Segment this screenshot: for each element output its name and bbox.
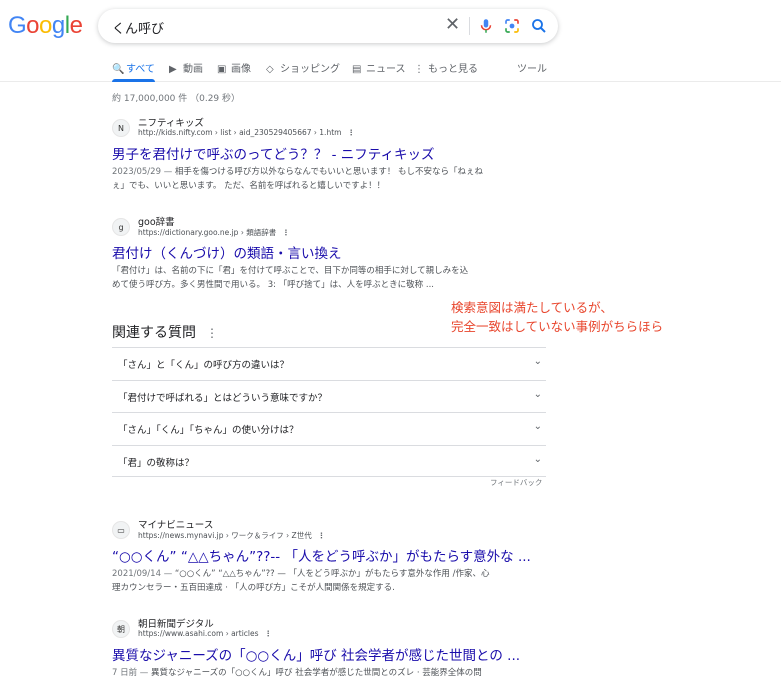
search-icon: 🔍 [112, 64, 125, 75]
chevron-down-icon: ⌄ [533, 421, 542, 432]
chevron-down-icon: ⌄ [533, 388, 542, 400]
tag-icon: ◇ [266, 64, 274, 75]
search-tabs: 🔍 すべて ▶ 動画 ▣ 画像 ◇ ショッピング ▤ ニュース ⋮ もっと見る ツール [0, 56, 781, 82]
result-snippet: 「君付け」は、名前の下に「君」を付けて呼ぶことで、目下か同等の相手に対して親しみ… [112, 266, 469, 290]
site-name[interactable]: ニフティキッズ [138, 115, 204, 129]
result-title-link[interactable]: 男子を君付けで呼ぶのってどう？？ - ニフティキッズ [112, 143, 434, 163]
video-icon: ▶ [169, 64, 177, 75]
image-icon: ▣ [217, 64, 227, 75]
search-result: 朝 朝日新聞デジタル https://www.asahi.com › artic… [112, 616, 552, 680]
google-logo[interactable]: Google [8, 12, 83, 40]
search-result: g goo辞書 https://dictionary.goo.ne.jp › 類… [112, 214, 552, 294]
related-question[interactable]: 「さん」と「くん」の呼び方の違いは？ ⌄ [112, 347, 546, 380]
related-questions: 「さん」と「くん」の呼び方の違いは？ ⌄ 「君付けで呼ばれる」とはどういう意味です… [112, 347, 546, 477]
search-box[interactable]: くん呼び ✕ [98, 9, 558, 43]
result-snippet: 2023/05/29 — 相手を傷つける呼び方以外ならなんでもいいと思います！ … [112, 167, 484, 191]
site-favicon[interactable]: N [112, 119, 130, 137]
result-title-link[interactable]: “○○くん” “△△ちゃん”??-- 「人をどう呼ぶか」がもたらす意外な ... [112, 545, 531, 565]
lens-icon[interactable] [503, 17, 521, 35]
clear-icon[interactable]: ✕ [445, 14, 460, 35]
site-favicon[interactable]: 朝 [112, 620, 130, 638]
site-name[interactable]: マイナビニュース [138, 517, 213, 531]
more-options-icon[interactable]: ⋮ [282, 228, 290, 237]
tab-shopping[interactable]: ◇ ショッピング [266, 60, 340, 75]
more-options-icon[interactable]: ⋮ [265, 629, 273, 638]
chevron-down-icon: ⌄ [533, 453, 542, 465]
tab-more[interactable]: ⋮ もっと見る [414, 60, 478, 75]
tab-news[interactable]: ▤ ニュース [352, 60, 406, 75]
site-favicon[interactable]: ▭ [112, 521, 130, 539]
result-title-link[interactable]: 君付け（くんづけ）の類語・言い換え [112, 242, 342, 262]
more-options-icon[interactable]: ⋮ [318, 531, 326, 540]
more-options-icon[interactable]: ⋮ [347, 128, 355, 137]
result-url[interactable]: https://www.asahi.com › articles ⋮ [138, 629, 272, 638]
more-options-icon[interactable]: ⋮ [206, 326, 218, 340]
header: Google くん呼び ✕ [0, 0, 781, 56]
chevron-down-icon: ⌄ [533, 356, 542, 367]
site-favicon[interactable]: g [112, 218, 130, 236]
result-url[interactable]: https://dictionary.goo.ne.jp › 類語辞書 ⋮ [138, 227, 290, 238]
search-result: ▭ マイナビニュース https://news.mynavi.jp › ワーク＆… [112, 517, 552, 597]
news-icon: ▤ [352, 64, 362, 75]
result-url[interactable]: https://news.mynavi.jp › ワーク＆ライフ › Z世代 ⋮ [138, 530, 325, 541]
related-questions-heading: 関連する質問 ⋮ [112, 325, 218, 341]
related-question[interactable]: 「君」の敬称は？ ⌄ [112, 444, 546, 477]
site-name[interactable]: 朝日新聞デジタル [138, 616, 214, 630]
tab-videos[interactable]: ▶ 動画 [169, 60, 203, 75]
result-url[interactable]: http://kids.nifty.com › list › aid_23052… [138, 128, 355, 137]
result-snippet: 7 日前 — 異質なジャニーズの「○○くん」呼び 社会学者が感じた世間とのズレ … [112, 668, 482, 678]
search-icon[interactable] [530, 17, 548, 35]
tab-all[interactable]: 🔍 すべて [112, 60, 155, 82]
tools-button[interactable]: ツール [517, 60, 547, 75]
search-divider [469, 17, 470, 35]
annotation-note: 検索意図は満たしているが、 完全一致はしていない事例がちらほら [451, 300, 664, 334]
search-result: N ニフティキッズ http://kids.nifty.com › list ›… [112, 115, 552, 195]
related-question[interactable]: 「君付けで呼ばれる」とはどういう意味ですか？ ⌄ [112, 379, 546, 413]
site-name[interactable]: goo辞書 [138, 214, 175, 228]
feedback-link[interactable]: フィードバック [490, 477, 542, 488]
more-vert-icon: ⋮ [414, 64, 424, 75]
microphone-icon[interactable] [477, 17, 495, 35]
related-question[interactable]: 「さん」「くん」「ちゃん」の使い分けは？ ⌄ [112, 412, 546, 445]
search-input[interactable]: くん呼び [112, 18, 164, 37]
result-title-link[interactable]: 異質なジャニーズの「○○くん」呼び 社会学者が感じた世間との ... [112, 644, 520, 664]
result-stats: 約 17,000,000 件 （0.29 秒） [112, 94, 241, 104]
tab-images[interactable]: ▣ 画像 [217, 60, 251, 75]
result-snippet: 2021/09/14 — “○○くん” “△△ちゃん”?? — 「人をどう呼ぶか… [112, 569, 490, 593]
